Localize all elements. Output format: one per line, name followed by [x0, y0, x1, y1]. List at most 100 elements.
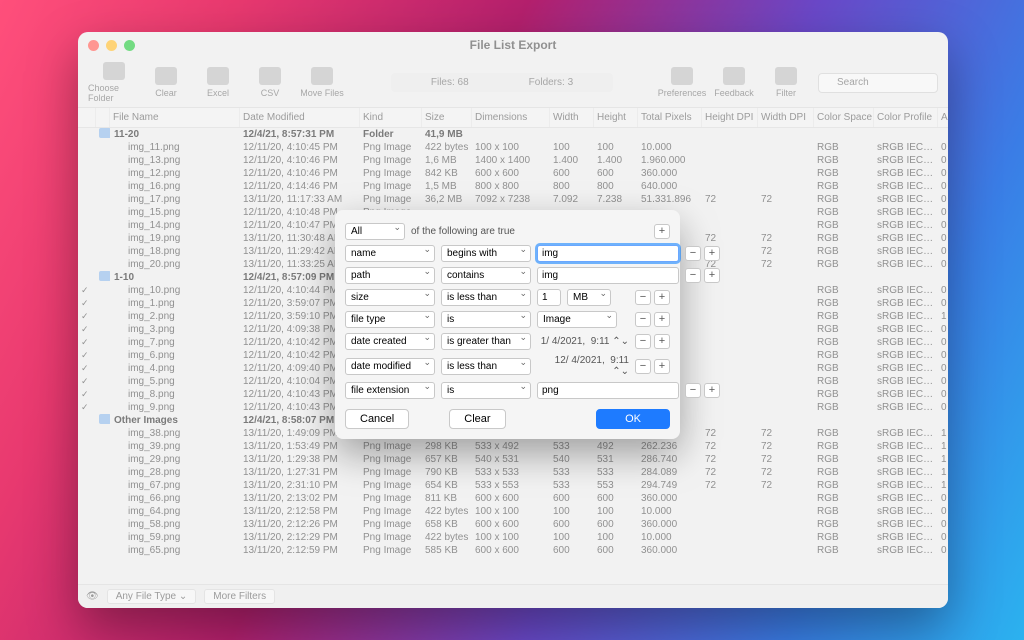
field-select[interactable]: date created	[345, 333, 435, 350]
folders-count: Folders: 3	[529, 77, 573, 88]
table-row[interactable]: img_65.png13/11/20, 2:12:59 PMPng Image5…	[78, 544, 948, 557]
add-rule-button[interactable]: +	[704, 383, 720, 398]
operator-select[interactable]: begins with	[441, 245, 531, 262]
column-header[interactable]: Color Profile	[874, 108, 938, 127]
add-rule-button[interactable]: +	[704, 246, 720, 261]
date-value[interactable]: 12/ 4/2021, 9:11 ⌃⌄	[537, 355, 629, 377]
table-row[interactable]: img_39.png13/11/20, 1:53:49 PMPng Image2…	[78, 440, 948, 453]
more-filters[interactable]: More Filters	[204, 589, 275, 604]
remove-rule-button[interactable]: −	[635, 312, 651, 327]
table-row[interactable]: img_13.png12/11/20, 4:10:46 PMPng Image1…	[78, 154, 948, 167]
window-title: File List Export	[78, 38, 948, 52]
table-row[interactable]: img_59.png13/11/20, 2:12:29 PMPng Image4…	[78, 531, 948, 544]
table-row[interactable]: img_58.png13/11/20, 2:12:26 PMPng Image6…	[78, 518, 948, 531]
remove-rule-button[interactable]: −	[685, 383, 701, 398]
ok-button[interactable]: OK	[596, 409, 670, 429]
toolbar-feedback[interactable]: Feedback	[708, 67, 760, 98]
filter-rule: pathcontains−+	[345, 267, 670, 284]
search-input[interactable]	[818, 73, 938, 93]
footer: 👁 Any File Type ⌄ More Filters	[78, 584, 948, 608]
toolbar-clear[interactable]: Clear	[140, 62, 192, 103]
operator-select[interactable]: is greater than	[441, 333, 531, 350]
column-header[interactable]: Size	[422, 108, 472, 127]
column-header[interactable]: Height DPI	[702, 108, 758, 127]
cancel-button[interactable]: Cancel	[345, 409, 409, 429]
table-row[interactable]: img_16.png12/11/20, 4:14:46 PMPng Image1…	[78, 180, 948, 193]
add-rule-button[interactable]: +	[654, 359, 670, 374]
column-header[interactable]: File Name	[110, 108, 240, 127]
value-input[interactable]	[537, 382, 679, 399]
value-input[interactable]	[537, 267, 679, 284]
unit-select[interactable]: MB	[567, 289, 611, 306]
operator-select[interactable]: is	[441, 382, 531, 399]
value-input[interactable]	[537, 245, 679, 262]
column-header[interactable]: Date Modified	[240, 108, 360, 127]
column-header[interactable]: Total Pixels	[638, 108, 702, 127]
date-value[interactable]: 1/ 4/2021, 9:11 ⌃⌄	[537, 336, 629, 347]
clear-button[interactable]: Clear	[449, 409, 505, 429]
toolbar-filter[interactable]: Filter	[760, 67, 812, 98]
value-select[interactable]: Image	[537, 311, 617, 328]
filter-rule: size is less than MB −+	[345, 289, 670, 306]
toolbar-csv[interactable]: CSV	[244, 62, 296, 103]
toolbar-move-files[interactable]: Move Files	[296, 62, 348, 103]
file-type-filter[interactable]: Any File Type ⌄	[107, 589, 197, 604]
counts: Files: 68 Folders: 3	[391, 73, 613, 92]
table-row[interactable]: img_12.png12/11/20, 4:10:46 PMPng Image8…	[78, 167, 948, 180]
number-input[interactable]	[537, 289, 561, 306]
toolbar-preferences[interactable]: Preferences	[656, 67, 708, 98]
table-row[interactable]: img_11.png12/11/20, 4:10:45 PMPng Image4…	[78, 141, 948, 154]
field-select[interactable]: size	[345, 289, 435, 306]
add-rule-button[interactable]: +	[654, 312, 670, 327]
zoom-icon[interactable]	[124, 40, 135, 51]
column-header[interactable]: Alpha Chan...	[938, 108, 948, 127]
column-header[interactable]: Dimensions	[472, 108, 550, 127]
column-header[interactable]: Width	[550, 108, 594, 127]
operator-select[interactable]: contains	[441, 267, 531, 284]
field-select[interactable]: date modified	[345, 358, 435, 375]
remove-rule-button[interactable]: −	[635, 290, 651, 305]
remove-rule-button[interactable]: −	[635, 334, 651, 349]
operator-select[interactable]: is less than	[441, 289, 531, 306]
remove-rule-button[interactable]: −	[685, 268, 701, 283]
toolbar-excel[interactable]: Excel	[192, 62, 244, 103]
table-row[interactable]: img_67.png13/11/20, 2:31:10 PMPng Image6…	[78, 479, 948, 492]
visibility-icon[interactable]: 👁	[86, 591, 99, 602]
field-select[interactable]: path	[345, 267, 435, 284]
table-row[interactable]: img_28.png13/11/20, 1:27:31 PMPng Image7…	[78, 466, 948, 479]
filter-rule: namebegins with−+	[345, 245, 670, 262]
filter-rule: file extensionis−+	[345, 382, 670, 399]
table-row[interactable]: img_17.png13/11/20, 11:17:33 AMPng Image…	[78, 193, 948, 206]
remove-rule-button[interactable]: −	[685, 246, 701, 261]
minimize-icon[interactable]	[106, 40, 117, 51]
remove-rule-button[interactable]: −	[635, 359, 651, 374]
column-header[interactable]: Color Space	[814, 108, 874, 127]
column-header[interactable]: Height	[594, 108, 638, 127]
toolbar-choose-folder[interactable]: Choose Folder	[88, 62, 140, 103]
table-row[interactable]: img_29.png13/11/20, 1:29:38 PMPng Image6…	[78, 453, 948, 466]
column-header[interactable]	[78, 108, 96, 127]
add-rule-button[interactable]: +	[704, 268, 720, 283]
field-select[interactable]: file type	[345, 311, 435, 328]
column-header[interactable]: Kind	[360, 108, 422, 127]
add-rule-button[interactable]: +	[654, 290, 670, 305]
column-header[interactable]	[96, 108, 110, 127]
field-select[interactable]: name	[345, 245, 435, 262]
operator-select[interactable]: is	[441, 311, 531, 328]
scope-select[interactable]: All	[345, 223, 405, 240]
filter-rule: date modified is less than 12/ 4/2021, 9:1…	[345, 355, 670, 377]
column-header[interactable]: Width DPI	[758, 108, 814, 127]
filter-dialog: All of the following are true + name begi…	[335, 210, 680, 439]
table-row[interactable]: img_66.png13/11/20, 2:13:02 PMPng Image8…	[78, 492, 948, 505]
filter-rule: file type is Image −+	[345, 311, 670, 328]
close-icon[interactable]	[88, 40, 99, 51]
table-row[interactable]: img_64.png13/11/20, 2:12:58 PMPng Image4…	[78, 505, 948, 518]
field-select[interactable]: file extension	[345, 382, 435, 399]
folder-row[interactable]: 11-2012/4/21, 8:57:31 PMFolder41,9 MB	[78, 128, 948, 141]
add-rule-button[interactable]: +	[654, 334, 670, 349]
scope-text: of the following are true	[411, 226, 515, 237]
toolbar: Choose FolderClearExcelCSVMove Files Fil…	[78, 58, 948, 108]
add-rule-button[interactable]: +	[654, 224, 670, 239]
operator-select[interactable]: is less than	[441, 358, 531, 375]
titlebar: File List Export	[78, 32, 948, 58]
